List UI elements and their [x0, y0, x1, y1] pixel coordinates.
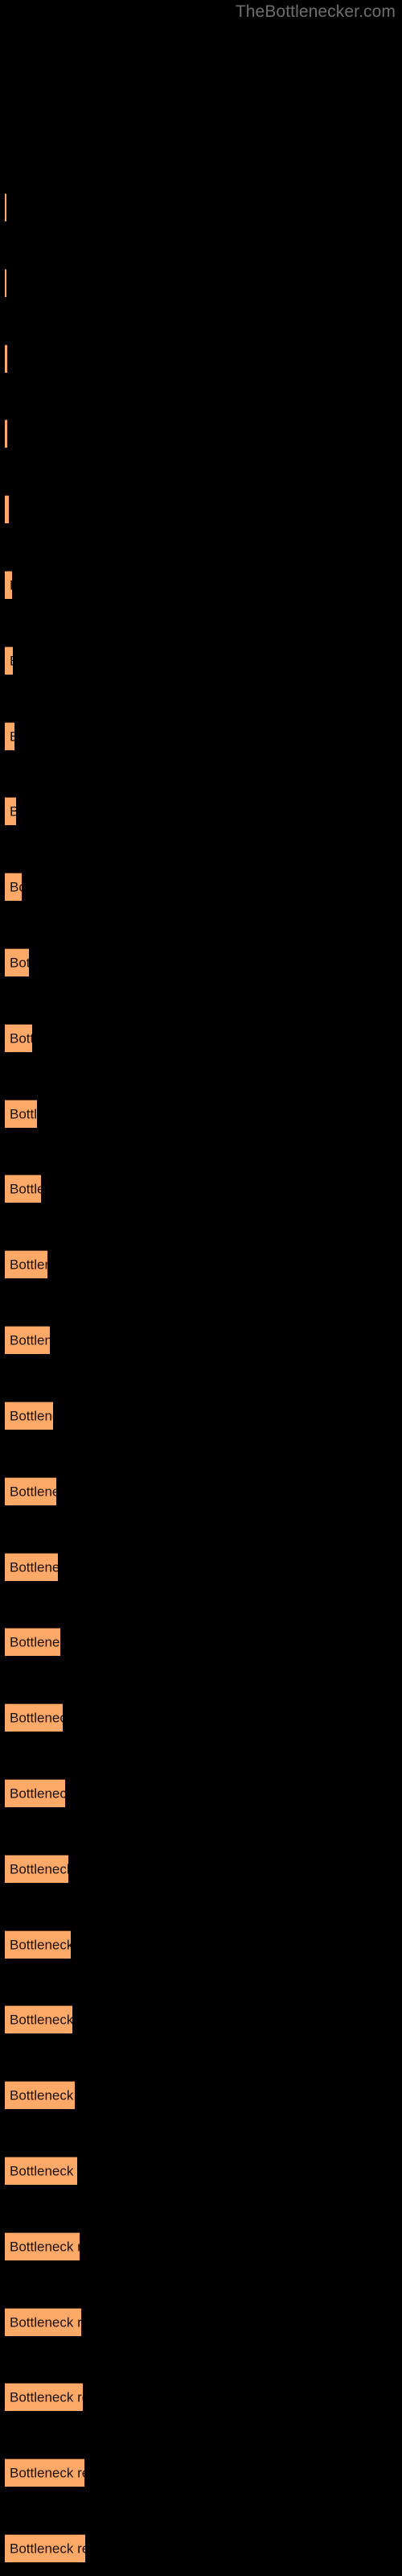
bar-label: Bottleneck result	[10, 955, 29, 971]
bar: Bottleneck result	[5, 873, 22, 902]
bar: Bottleneck result	[5, 2534, 85, 2562]
bar: Bottleneck result	[5, 419, 7, 448]
bar: Bottleneck result	[5, 268, 6, 297]
bar-label: Bottleneck result	[10, 729, 14, 743]
bar: Bottleneck result	[5, 2231, 80, 2260]
bar: Bottleneck result	[5, 1401, 53, 1430]
bar-label: Bottleneck result	[10, 2163, 77, 2179]
bar: Bottleneck result	[5, 2081, 75, 2110]
bar: Bottleneck result	[5, 1778, 65, 1807]
bar: Bottleneck result	[5, 2307, 81, 2336]
bar: Bottleneck result	[5, 193, 6, 221]
bar-label: Bottleneck result	[10, 2087, 75, 2103]
bar: Bottleneck result	[5, 1628, 60, 1657]
bar: Bottleneck result	[5, 495, 9, 524]
bar: Bottleneck result	[5, 1326, 50, 1355]
bar: Bottleneck result	[5, 2156, 77, 2185]
bar-label: Bottleneck result	[10, 1408, 53, 1424]
bar-label: Bottleneck result	[10, 1937, 71, 1953]
bar: Bottleneck result	[5, 571, 12, 600]
bar-label: Bottleneck result	[10, 1030, 32, 1046]
bar: Bottleneck result	[5, 1023, 32, 1052]
bar: Bottleneck result	[5, 797, 16, 826]
bar-label: Bottleneck result	[10, 2314, 81, 2330]
bottleneck-bar-chart: Bottleneck result Bottleneck result Bottle…	[0, 0, 402, 2576]
bar-label: Bottleneck result	[10, 1106, 37, 1122]
bar: Bottleneck result	[5, 1703, 63, 1732]
bar-label: Bottleneck result	[10, 2239, 80, 2255]
bar-label: Bottleneck result	[10, 879, 22, 895]
bar-label: Bottleneck result	[10, 1785, 65, 1802]
bar-label: Bottleneck result	[10, 1710, 63, 1726]
bar: Bottleneck result	[5, 1099, 37, 1128]
bar: Bottleneck result	[5, 344, 7, 373]
bar: Bottleneck result	[5, 1174, 41, 1203]
bar: Bottleneck result	[5, 1552, 58, 1581]
bar: Bottleneck result	[5, 721, 14, 750]
bar-label: Bottleneck result	[10, 2012, 72, 2028]
bar: Bottleneck result	[5, 2458, 84, 2487]
bar-label: Bottleneck result	[10, 654, 13, 667]
bar-label: Bottleneck result	[10, 2465, 84, 2481]
bar: Bottleneck result	[5, 2383, 83, 2412]
bar-label: Bottleneck result	[10, 2389, 83, 2405]
bar: Bottleneck result	[5, 948, 29, 977]
bar: Bottleneck result	[5, 2005, 72, 2034]
bar-label: Bottleneck result	[10, 805, 16, 819]
bar-label: Bottleneck result	[10, 2541, 85, 2557]
bar: Bottleneck result	[5, 1476, 56, 1505]
bar-label: Bottleneck result	[10, 1861, 68, 1877]
bar: Bottleneck result	[5, 1930, 71, 1959]
bar-label: Bottleneck result	[10, 1634, 60, 1650]
bar: Bottleneck result	[5, 1250, 47, 1279]
bar-label: Bottleneck result	[10, 1484, 56, 1500]
bar-label: Bottleneck result	[10, 1332, 50, 1348]
bar-label: Bottleneck result	[10, 579, 12, 592]
bar: Bottleneck result	[5, 1854, 68, 1883]
bar: Bottleneck result	[5, 646, 13, 675]
bar-label: Bottleneck result	[10, 1181, 41, 1197]
bar-label: Bottleneck result	[10, 1257, 47, 1273]
bar-label: Bottleneck result	[10, 1559, 58, 1575]
